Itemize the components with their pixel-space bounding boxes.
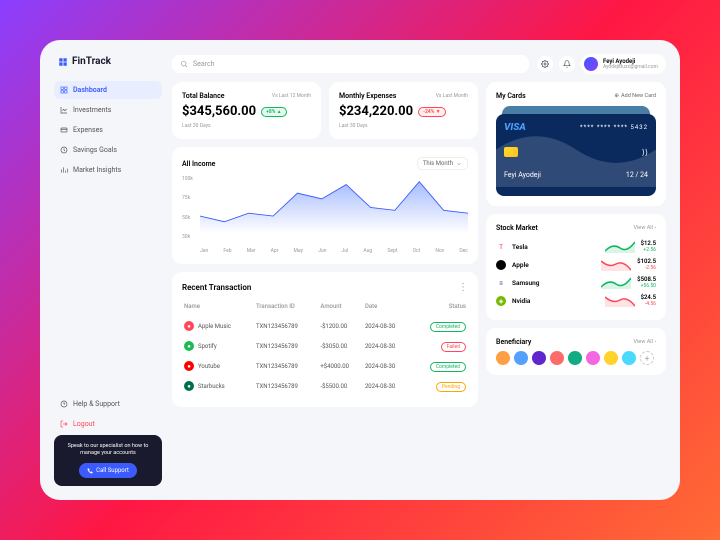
transactions-card: Recent Transaction ⋮ NameTransaction IDA… bbox=[172, 272, 478, 407]
add-card-button[interactable]: ⊕ Add New Card bbox=[614, 93, 656, 99]
search-icon bbox=[180, 60, 188, 68]
stocks-view-all[interactable]: View All › bbox=[633, 225, 656, 231]
transactions-table: NameTransaction IDAmountDateStatus ●Appl… bbox=[182, 301, 468, 397]
logo: FinTrack bbox=[54, 54, 162, 69]
table-row[interactable]: ●Apple MusicTXN123456789-$1200.002024-08… bbox=[184, 317, 466, 335]
beneficiary-view-all[interactable]: View All › bbox=[633, 339, 656, 345]
add-beneficiary-button[interactable]: + bbox=[640, 351, 654, 365]
bell-icon bbox=[563, 60, 571, 68]
chart-filter-dropdown[interactable]: This Month bbox=[417, 157, 468, 170]
beneficiary-card: BeneficiaryView All › + bbox=[486, 328, 666, 375]
beneficiary-avatar[interactable] bbox=[550, 351, 564, 365]
profile-menu[interactable]: Feyi Ayodeji AyodejiBuzz@gmail.com bbox=[581, 54, 666, 74]
stock-row[interactable]: ≡Samsung$508.5+56.50 bbox=[496, 274, 656, 292]
profile-email: AyodejiBuzz@gmail.com bbox=[603, 65, 658, 70]
chevron-down-icon bbox=[456, 161, 462, 167]
search-input[interactable]: Search bbox=[172, 55, 529, 73]
sidebar-item-expenses[interactable]: Expenses bbox=[54, 121, 162, 139]
beneficiary-avatar[interactable] bbox=[586, 351, 600, 365]
sidebar-item-savings[interactable]: Savings Goals bbox=[54, 141, 162, 159]
beneficiary-avatar[interactable] bbox=[568, 351, 582, 365]
support-box: Speak to our specialist on how to manage… bbox=[54, 435, 162, 486]
stock-market-card: Stock MarketView All › TTesla$12.5+2.56A… bbox=[486, 214, 666, 320]
expenses-badge: -24% ▼ bbox=[418, 107, 445, 117]
beneficiary-avatar[interactable] bbox=[496, 351, 510, 365]
sidebar-item-help[interactable]: Help & Support bbox=[54, 395, 162, 413]
sidebar-item-dashboard[interactable]: Dashboard bbox=[54, 81, 162, 99]
stock-row[interactable]: Apple$102.5-2.56 bbox=[496, 256, 656, 274]
stock-row[interactable]: TTesla$12.5+2.56 bbox=[496, 238, 656, 256]
credit-card[interactable]: VISA**** **** **** 5432 ⟩⟩ Feyi Ayodeji1… bbox=[496, 106, 656, 196]
call-support-button[interactable]: Call Support bbox=[79, 463, 137, 478]
monthly-expenses-card: Monthly ExpensesVs Last Month $234,220.0… bbox=[329, 82, 478, 139]
stock-row[interactable]: ◈Nvidia$24.5-4.56 bbox=[496, 292, 656, 310]
sidebar-item-insights[interactable]: Market Insights bbox=[54, 161, 162, 179]
notifications-button[interactable] bbox=[559, 56, 575, 72]
transactions-menu-icon[interactable]: ⋮ bbox=[458, 282, 468, 293]
beneficiary-avatar[interactable] bbox=[532, 351, 546, 365]
beneficiary-avatar[interactable] bbox=[622, 351, 636, 365]
table-row[interactable]: ●StarbucksTXN123456789-$5500.002024-08-3… bbox=[184, 377, 466, 395]
sidebar-item-investments[interactable]: Investments bbox=[54, 101, 162, 119]
beneficiary-avatar[interactable] bbox=[514, 351, 528, 365]
table-row[interactable]: ●YoutubeTXN123456789+$4000.002024-08-30C… bbox=[184, 357, 466, 375]
brand-name: FinTrack bbox=[72, 56, 111, 67]
nav: Dashboard Investments Expenses Savings G… bbox=[54, 81, 162, 179]
sidebar-item-logout[interactable]: Logout bbox=[54, 415, 162, 433]
balance-badge: +8% ▲ bbox=[261, 107, 287, 117]
gear-icon bbox=[541, 60, 549, 68]
total-balance-card: Total BalanceVs Last 12 Month $345,560.0… bbox=[172, 82, 321, 139]
income-chart-card: All Income This Month 100k75k50k30k JanF… bbox=[172, 147, 478, 264]
table-row[interactable]: ●SpotifyTXN123456789-$3050.002024-08-30F… bbox=[184, 337, 466, 355]
avatar bbox=[584, 57, 598, 71]
beneficiary-avatar[interactable] bbox=[604, 351, 618, 365]
settings-button[interactable] bbox=[537, 56, 553, 72]
my-cards-card: My Cards ⊕ Add New Card VISA**** **** **… bbox=[486, 82, 666, 206]
